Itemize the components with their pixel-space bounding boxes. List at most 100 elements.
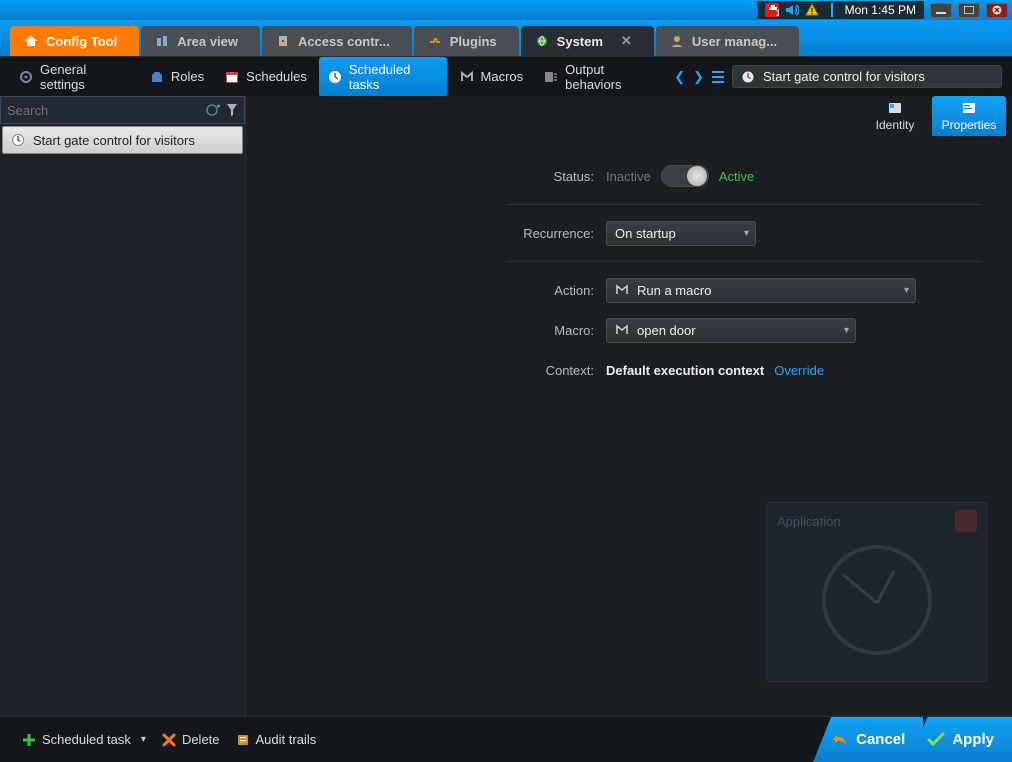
subitem-label: General settings (40, 62, 129, 92)
tab-plugins[interactable]: Plugins (414, 26, 519, 56)
subitem-scheduled-tasks[interactable]: Scheduled tasks (319, 57, 447, 97)
warning-icon (805, 3, 819, 17)
system-tray: 1 Mon 1:45 PM (757, 1, 924, 19)
context-label: Context: (246, 363, 606, 378)
tab-label: Access contr... (298, 34, 390, 49)
access-icon (276, 34, 290, 48)
nav-back-icon[interactable]: ❮ (674, 69, 685, 85)
gear-icon (18, 69, 34, 85)
form: Status: Inactive Active Recurrence: On s… (246, 136, 1012, 410)
sidebar: Start gate control for visitors (0, 96, 246, 716)
audit-icon (236, 733, 250, 747)
separator-icon (825, 3, 839, 17)
search-input[interactable] (7, 103, 200, 118)
location-field[interactable]: Start gate control for visitors (732, 65, 1002, 88)
subitem-schedules[interactable]: Schedules (216, 64, 315, 90)
tab-config-tool[interactable]: Config Tool (10, 26, 139, 56)
delete-button[interactable]: Delete (154, 728, 228, 751)
macro-icon (459, 69, 475, 85)
apply-button[interactable]: Apply (909, 717, 1012, 762)
check-icon (927, 732, 945, 748)
search-box[interactable] (0, 96, 245, 124)
action-label: Action: (246, 283, 606, 298)
subitem-general-settings[interactable]: General settings (10, 57, 137, 97)
clock-text: Mon 1:45 PM (845, 3, 916, 17)
ptab-label: Identity (876, 118, 915, 132)
area-icon (155, 34, 169, 48)
status-active-text: Active (719, 169, 754, 184)
tab-properties[interactable]: Properties (932, 96, 1006, 136)
nav-group: ❮ ❯ (674, 69, 728, 85)
system-icon (535, 34, 549, 48)
location-text: Start gate control for visitors (763, 69, 925, 84)
clock-task-icon (741, 70, 755, 84)
tab-access-control[interactable]: Access contr... (262, 26, 412, 56)
os-taskbar: 1 Mon 1:45 PM (0, 0, 1012, 20)
subitem-macros[interactable]: Macros (451, 64, 532, 90)
subitem-roles[interactable]: Roles (141, 64, 212, 90)
status-label: Status: (246, 169, 606, 184)
bottom-bar: Scheduled task Delete Audit trails Cance… (0, 716, 1012, 762)
macro-label: Macro: (246, 323, 606, 338)
macro-icon (615, 323, 629, 337)
btn-label: Cancel (856, 731, 905, 748)
maximize-button[interactable] (958, 3, 980, 18)
list-item-label: Start gate control for visitors (33, 133, 195, 148)
plugins-icon (428, 34, 442, 48)
volume-icon (785, 3, 799, 17)
btn-label: Audit trails (256, 732, 317, 747)
filter-icon[interactable] (226, 103, 238, 117)
audit-trails-button[interactable]: Audit trails (228, 728, 325, 751)
subitem-output-behaviors[interactable]: Output behaviors (535, 57, 666, 97)
subitem-label: Output behaviors (565, 62, 658, 92)
output-icon (543, 69, 559, 85)
tab-system[interactable]: System ✕ (521, 26, 654, 56)
tab-area-view[interactable]: Area view (141, 26, 260, 56)
ptab-label: Properties (942, 118, 997, 132)
divider (506, 261, 982, 262)
recurrence-dropdown[interactable]: On startup (606, 221, 756, 246)
nav-forward-icon[interactable]: ❯ (693, 69, 704, 85)
add-scheduled-task-button[interactable]: Scheduled task (14, 728, 154, 751)
cancel-button[interactable]: Cancel (813, 717, 923, 762)
tab-user-management[interactable]: User manag... (656, 26, 799, 56)
tab-label: Config Tool (46, 34, 117, 49)
plus-icon (22, 733, 36, 747)
dropdown-value: open door (637, 323, 696, 338)
globe-add-icon[interactable] (206, 103, 220, 117)
minimize-button[interactable] (930, 3, 952, 18)
btn-label: Delete (182, 732, 220, 747)
svg-text:1: 1 (776, 9, 779, 17)
action-dropdown[interactable]: Run a macro (606, 278, 916, 303)
close-window-button[interactable] (986, 3, 1008, 18)
property-tabs: Identity Properties (246, 96, 1012, 136)
status-toggle[interactable] (661, 165, 709, 187)
dropdown-value: On startup (615, 226, 676, 241)
clock-task-icon (11, 133, 25, 147)
home-icon (24, 34, 38, 48)
undo-icon (831, 732, 849, 748)
calendar-icon (224, 69, 240, 85)
macro-dropdown[interactable]: open door (606, 318, 856, 343)
nav-list-icon[interactable] (712, 70, 728, 84)
alert-icon: 1 (765, 3, 779, 17)
tab-close-icon[interactable]: ✕ (621, 33, 632, 49)
sub-toolbar: General settings Roles Schedules Schedul… (0, 56, 1012, 96)
context-override-link[interactable]: Override (774, 363, 824, 378)
delete-icon (162, 733, 176, 747)
status-inactive-text: Inactive (606, 169, 651, 184)
tab-identity[interactable]: Identity (858, 96, 932, 136)
tab-label: User manag... (692, 34, 777, 49)
dropdown-value: Run a macro (637, 283, 711, 298)
tab-label: System (557, 34, 603, 49)
subitem-label: Roles (171, 69, 204, 84)
context-value: Default execution context (606, 363, 764, 378)
user-icon (670, 34, 684, 48)
tab-label: Plugins (450, 34, 497, 49)
main-tabstrip: Config Tool Area view Access contr... Pl… (0, 20, 1012, 56)
roles-icon (149, 69, 165, 85)
divider (506, 204, 982, 205)
list-item[interactable]: Start gate control for visitors (2, 126, 243, 154)
subitem-label: Macros (481, 69, 524, 84)
btn-label: Apply (952, 731, 994, 748)
